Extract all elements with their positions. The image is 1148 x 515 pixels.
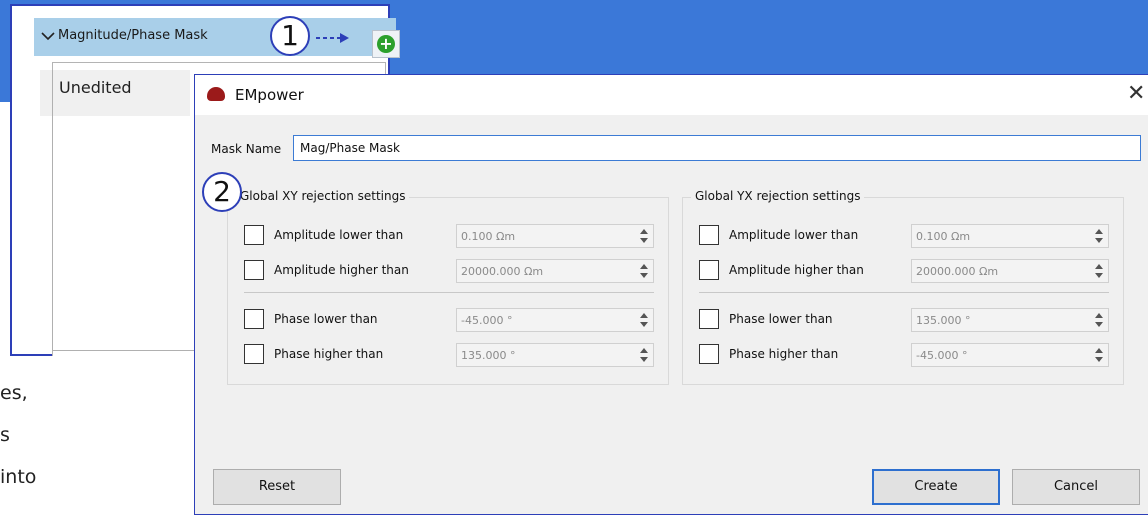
add-mask-button[interactable]: + — [372, 30, 400, 58]
close-icon[interactable]: ✕ — [1127, 81, 1145, 106]
xy-phase-higher-row: Phase higher than 135.000 ° — [244, 343, 656, 369]
row-label: Phase higher than — [729, 347, 839, 361]
spinbox-value: 0.100 Ωm — [916, 230, 971, 243]
row-label: Phase lower than — [729, 312, 833, 326]
spinbox-value: 20000.000 Ωm — [461, 265, 544, 278]
spinbox-value: 135.000 ° — [916, 314, 971, 327]
background-text-line: s — [0, 424, 10, 446]
yx-phase-higher-checkbox[interactable] — [699, 344, 719, 364]
spin-arrows-icon[interactable] — [639, 311, 649, 329]
list-divider — [52, 350, 202, 351]
group-title: Global YX rejection settings — [691, 189, 865, 203]
chevron-down-icon[interactable] — [40, 28, 56, 44]
tree-item-label: Magnitude/Phase Mask — [58, 28, 208, 43]
yx-phase-higher-row: Phase higher than -45.000 ° — [699, 343, 1111, 369]
background-text-line: es, — [0, 382, 28, 404]
spin-arrows-icon[interactable] — [639, 227, 649, 245]
spinbox-value: 0.100 Ωm — [461, 230, 516, 243]
yx-amplitude-lower-spinbox[interactable]: 0.100 Ωm — [911, 224, 1109, 248]
dialog-titlebar: EMpower ✕ — [195, 75, 1148, 115]
spinbox-value: -45.000 ° — [916, 349, 968, 362]
group-separator — [699, 292, 1109, 293]
xy-phase-higher-checkbox[interactable] — [244, 344, 264, 364]
xy-phase-lower-row: Phase lower than -45.000 ° — [244, 308, 656, 334]
yx-amplitude-higher-checkbox[interactable] — [699, 260, 719, 280]
yx-phase-lower-spinbox[interactable]: 135.000 ° — [911, 308, 1109, 332]
create-button[interactable]: Create — [872, 469, 1000, 505]
callout-1: 1 — [270, 16, 310, 56]
list-divider — [52, 70, 53, 350]
spin-arrows-icon[interactable] — [1094, 227, 1104, 245]
yx-amplitude-higher-row: Amplitude higher than 20000.000 Ωm — [699, 259, 1111, 285]
group-title: Global XY rejection settings — [236, 189, 410, 203]
row-label: Amplitude lower than — [274, 228, 404, 242]
yx-amplitude-lower-checkbox[interactable] — [699, 225, 719, 245]
spin-arrows-icon[interactable] — [1094, 346, 1104, 364]
xy-amplitude-higher-row: Amplitude higher than 20000.000 Ωm — [244, 259, 656, 285]
spinbox-value: 20000.000 Ωm — [916, 265, 999, 278]
spin-arrows-icon[interactable] — [1094, 262, 1104, 280]
unedited-label: Unedited — [59, 78, 132, 97]
row-label: Phase higher than — [274, 347, 384, 361]
yx-phase-lower-checkbox[interactable] — [699, 309, 719, 329]
yx-amplitude-lower-row: Amplitude lower than 0.100 Ωm — [699, 224, 1111, 250]
yx-phase-higher-spinbox[interactable]: -45.000 ° — [911, 343, 1109, 367]
xy-phase-lower-spinbox[interactable]: -45.000 ° — [456, 308, 654, 332]
empower-logo-icon — [207, 87, 225, 101]
mask-name-input[interactable] — [293, 135, 1141, 161]
xy-phase-higher-spinbox[interactable]: 135.000 ° — [456, 343, 654, 367]
yx-amplitude-higher-spinbox[interactable]: 20000.000 Ωm — [911, 259, 1109, 283]
spin-arrows-icon[interactable] — [1094, 311, 1104, 329]
xy-rejection-group: Global XY rejection settings Amplitude l… — [227, 189, 669, 385]
yx-rejection-group: Global YX rejection settings Amplitude l… — [682, 189, 1124, 385]
callout-2: 2 — [202, 172, 242, 212]
reset-button[interactable]: Reset — [213, 469, 341, 505]
row-label: Phase lower than — [274, 312, 378, 326]
group-separator — [244, 292, 654, 293]
row-label: Amplitude higher than — [274, 263, 409, 277]
cancel-button[interactable]: Cancel — [1012, 469, 1140, 505]
spinbox-value: -45.000 ° — [461, 314, 513, 327]
xy-amplitude-higher-checkbox[interactable] — [244, 260, 264, 280]
xy-amplitude-lower-row: Amplitude lower than 0.100 Ωm — [244, 224, 656, 250]
xy-amplitude-lower-spinbox[interactable]: 0.100 Ωm — [456, 224, 654, 248]
spinbox-value: 135.000 ° — [461, 349, 516, 362]
xy-amplitude-lower-checkbox[interactable] — [244, 225, 264, 245]
row-label: Amplitude lower than — [729, 228, 859, 242]
dialog-title: EMpower — [235, 86, 304, 104]
spin-arrows-icon[interactable] — [639, 262, 649, 280]
background-text-line: into — [0, 466, 37, 488]
row-label: Amplitude higher than — [729, 263, 864, 277]
plus-icon: + — [377, 35, 395, 53]
empower-dialog: EMpower ✕ Mask Name Global XY rejection … — [194, 74, 1148, 515]
xy-amplitude-higher-spinbox[interactable]: 20000.000 Ωm — [456, 259, 654, 283]
spin-arrows-icon[interactable] — [639, 346, 649, 364]
xy-phase-lower-checkbox[interactable] — [244, 309, 264, 329]
callout-arrow-icon — [316, 33, 349, 43]
yx-phase-lower-row: Phase lower than 135.000 ° — [699, 308, 1111, 334]
mask-name-label: Mask Name — [211, 142, 282, 156]
